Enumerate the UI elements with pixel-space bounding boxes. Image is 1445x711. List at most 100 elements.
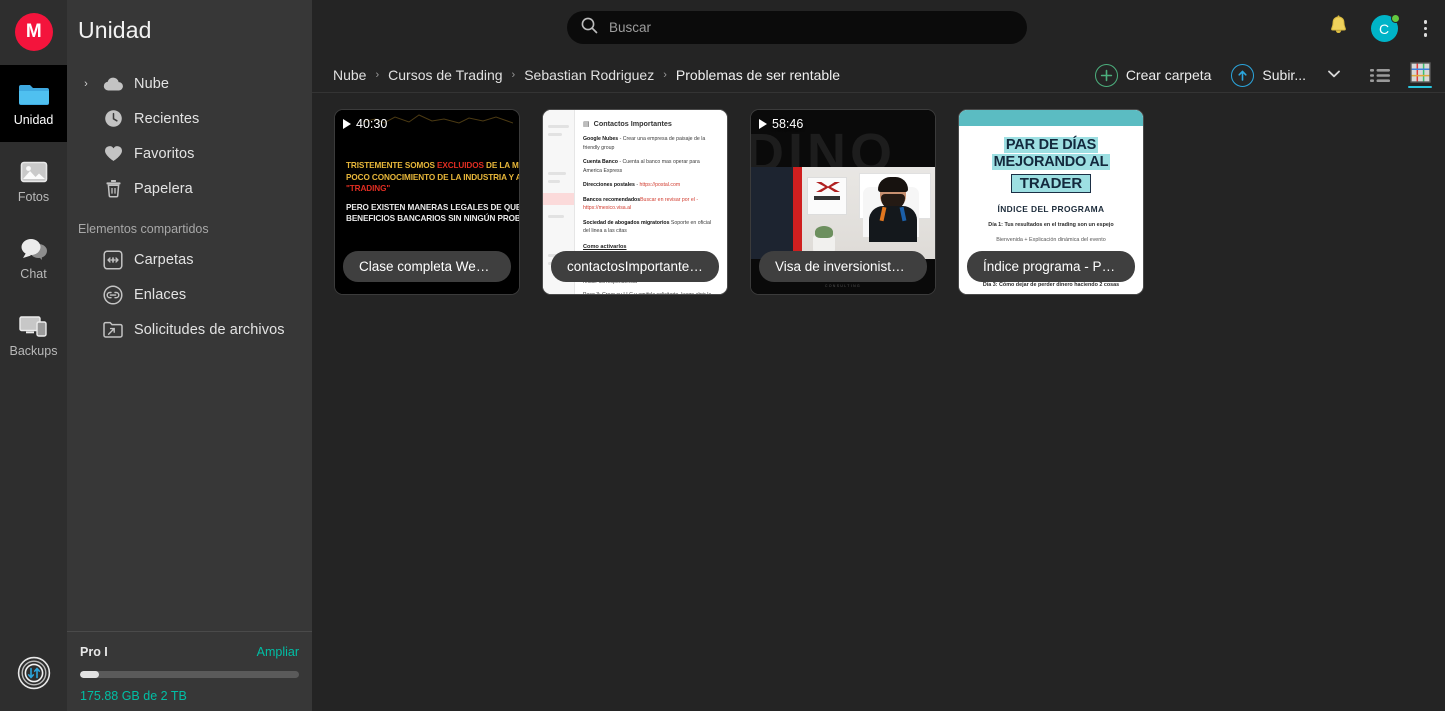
duration-text: 58:46 [772,117,804,131]
doc-paragraph: Direcciones postales - https://postal.co… [583,181,719,190]
sidebar-section-shared: Elementos compartidos [78,222,209,236]
avatar[interactable]: C [1370,14,1400,42]
sidebar-title: Unidad [78,17,152,43]
file-name: Visa de inversionista -... [759,250,927,282]
rail-label-unidad: Unidad [13,113,54,128]
breadcrumb-item-3[interactable]: Problemas de ser rentable [676,67,840,83]
status-badge [1390,14,1400,23]
mega-logo[interactable]: M [14,13,53,51]
breadcrumb: Nube › Cursos de Trading › Sebastian Rod… [333,67,840,83]
sidebar-item-recientes[interactable]: Recientes [67,101,312,136]
slide-line-d: PERO EXISTEN MANERAS LEGALES DE QUE NOS … [346,202,519,212]
file-card[interactable]: ▤ Contactos Importantes Google Nubes - C… [542,109,728,295]
chat-icon [17,234,51,264]
shared-folders-icon [102,249,124,271]
breadcrumb-bar: Nube › Cursos de Trading › Sebastian Rod… [312,57,1445,93]
storage-usage-text: 175.88 GB de 2 TB [80,689,299,703]
photos-icon [17,157,51,187]
file-card[interactable]: DINO N [750,109,936,295]
storage-progress-fill [80,671,99,678]
list-view-icon[interactable] [1370,68,1390,83]
doc-p1-bold: Cuenta Banco [583,159,618,165]
main-area: Buscar C Nube › Cursos de Trading › Seba… [312,0,1445,711]
storage-panel: Pro I Ampliar 175.88 GB de 2 TB [67,631,312,711]
link-icon [102,284,124,306]
video-duration: 58:46 [759,117,803,131]
plan-name: Pro I [80,645,108,659]
kebab-menu-icon[interactable] [1420,16,1432,41]
heart-icon [102,143,124,165]
upload-circle-icon [1231,63,1255,87]
chevron-right-icon: › [375,68,380,81]
file-name: Índice programa - Par ... [967,250,1135,282]
cloud-icon [102,73,124,95]
video-brand-sub: CONSULTING [825,284,861,288]
search-input[interactable]: Buscar [567,11,1027,44]
file-request-icon [102,319,124,341]
breadcrumb-item-0[interactable]: Nube [333,67,366,83]
doc-p3-bold: Bancos recomendados [583,196,641,203]
sidebar-item-solicitudes[interactable]: Solicitudes de archivos [67,312,312,347]
create-folder-button[interactable]: Crear carpeta [1085,63,1222,87]
upload-button[interactable]: Subir... [1221,63,1316,87]
sidebar-label-carpetas: Carpetas [134,251,194,268]
doc-icon: ▤ [583,120,590,128]
storage-progress-bar [80,671,299,678]
slide-line-b: POCO CONOCIMIENTO DE LA INDUSTRIA Y A LO… [346,172,519,182]
transfers-icon [17,656,51,695]
sidebar-item-nube[interactable]: › Nube [67,66,312,101]
doc-paragraph: Google Nubes - Crear una empresa de pais… [583,135,719,152]
doc-step: Paso 3: Crear su LLC y emitirla solicita… [583,291,719,294]
file-card[interactable]: TRISTEMENTE SOMOS EXCLUIDOS DE LA MAYOR … [334,109,520,295]
sidebar-label-nube: Nube [134,75,170,92]
storage-used: 175.88 GB de 2 TB [80,689,187,703]
breadcrumb-item-2[interactable]: Sebastian Rodriguez [524,67,654,83]
sidebar-item-carpetas[interactable]: Carpetas [67,242,312,277]
avatar-letter: C [1378,20,1390,37]
upgrade-link[interactable]: Ampliar [257,645,299,659]
plus-circle-icon [1094,63,1118,87]
bell-icon[interactable] [1328,15,1349,42]
sidebar-item-enlaces[interactable]: Enlaces [67,277,312,312]
slide-line-c: "TRADING" [346,184,391,193]
slide-line-a3: DE LA MAYOR [486,161,519,170]
sidebar-label-enlaces: Enlaces [134,286,187,303]
doc-paragraph: Bancos recomendadosBuscar en revisar por… [583,196,719,213]
doc-p2-bold: Direcciones postales [583,182,635,188]
grid-view-icon[interactable] [1408,62,1432,89]
rail-item-unidad[interactable]: Unidad [0,65,67,142]
clock-icon [102,108,124,130]
flyer-title-2: MEJORANDO AL [991,154,1111,170]
slide-line-a1: TRISTEMENTE SOMOS [346,161,437,170]
rail-label-chat: Chat [20,267,47,282]
search-icon [581,17,598,39]
mega-app-window: M Unidad Fotos Chat Backups Unidad › Nub… [0,0,1445,711]
rail-item-fotos[interactable]: Fotos [0,142,67,219]
doc-paragraph: Cuenta Banco - Cuenta al banco mas opera… [583,158,719,175]
folder-icon [17,80,51,110]
flyer-line: Día 3: Cómo dejar de perder dinero hacie… [982,282,1120,288]
upload-label: Subir... [1262,67,1306,83]
search-placeholder: Buscar [609,20,652,35]
sidebar: Unidad › Nube Recientes Favoritos Papele… [67,0,312,711]
toolbar-actions: Crear carpeta Subir... [1085,57,1432,93]
breadcrumb-item-1[interactable]: Cursos de Trading [388,67,502,83]
sidebar-item-papelera[interactable]: Papelera [67,171,312,206]
file-name: contactosImportantes... [551,250,719,282]
chevron-down-icon[interactable] [1324,66,1344,85]
mega-logo-letter: M [25,21,42,42]
chevron-right-icon: › [511,68,516,81]
chevron-right-icon[interactable]: › [80,78,92,90]
rail-item-chat[interactable]: Chat [0,219,67,296]
transfers-widget[interactable] [0,656,67,695]
rail-item-backups[interactable]: Backups [0,296,67,373]
file-card[interactable]: PAR DE DÍAS MEJORANDO AL TRADER ÍNDICE D… [958,109,1144,295]
doc-p0-bold: Google Nubes [583,136,619,142]
flyer-line: Bienvenida + Explicación dinámica del ev… [996,237,1106,243]
play-icon [759,119,767,129]
flyer-title-1: PAR DE DÍAS [1003,137,1099,153]
app-rail: M Unidad Fotos Chat Backups [0,0,67,711]
backups-icon [17,311,51,341]
sidebar-item-favoritos[interactable]: Favoritos [67,136,312,171]
rail-label-backups: Backups [9,344,58,359]
